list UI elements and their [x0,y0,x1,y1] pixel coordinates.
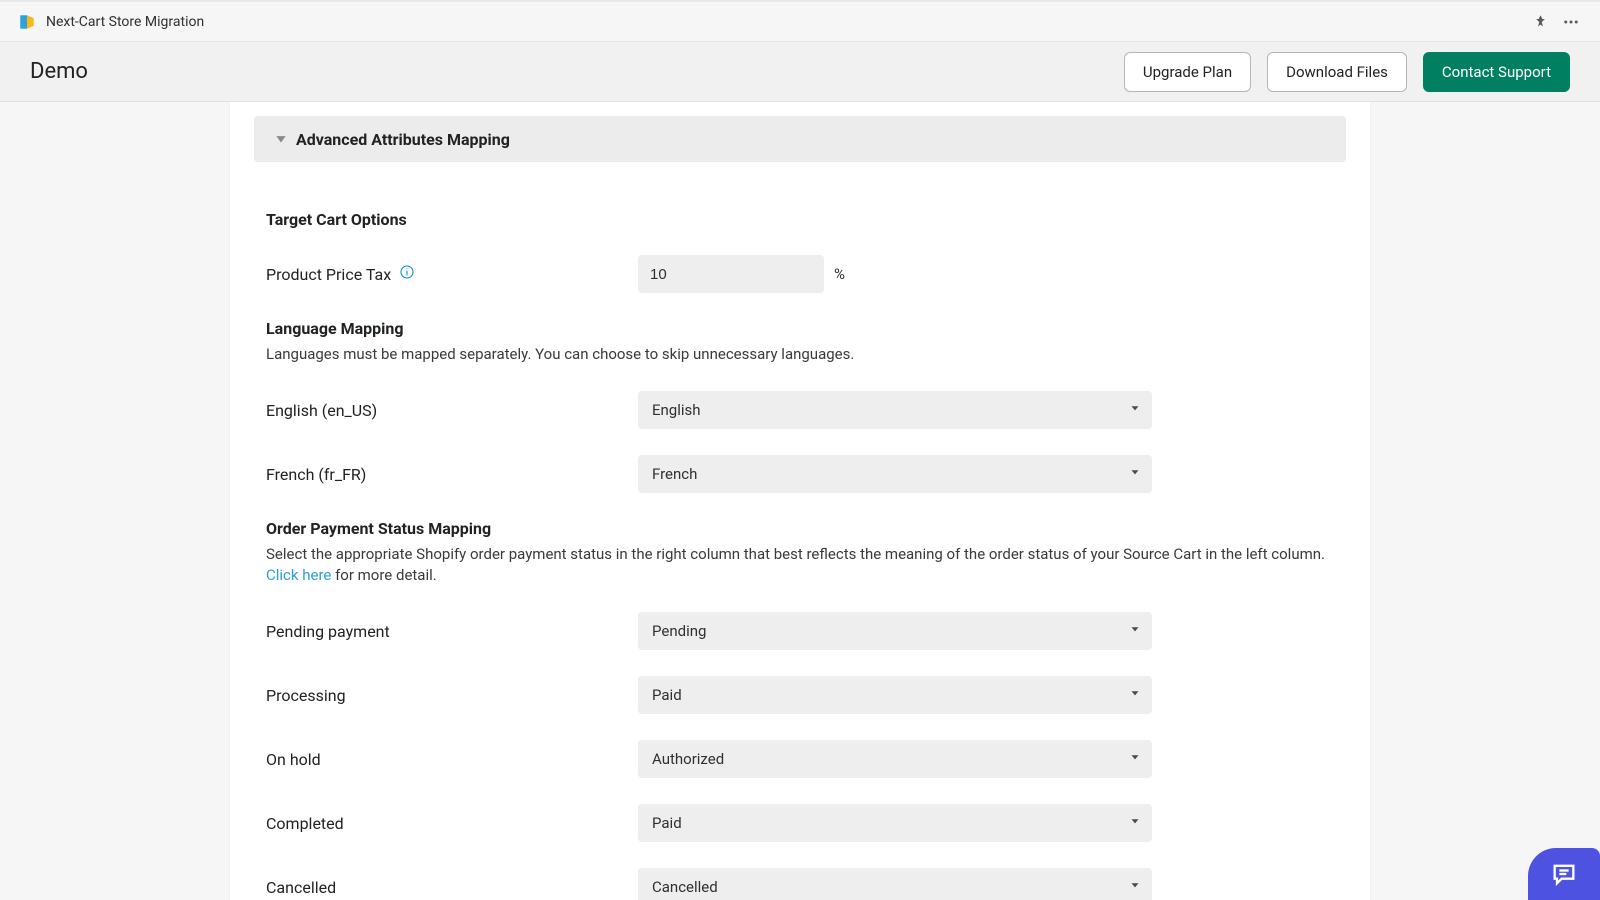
page-title: Demo [30,59,88,84]
app-bar-left: Next-Cart Store Migration [18,13,204,31]
chat-widget-button[interactable] [1528,848,1600,900]
status-label: Completed [266,814,638,833]
section-header[interactable]: Advanced Attributes Mapping [254,116,1346,162]
chevron-down-icon [1128,814,1142,832]
upgrade-plan-button[interactable]: Upgrade Plan [1124,52,1251,92]
price-tax-suffix: % [834,265,845,283]
settings-card: Advanced Attributes Mapping Target Cart … [230,102,1370,900]
order-status-desc-suffix: for more detail. [331,566,436,584]
page-header: Demo Upgrade Plan Download Files Contact… [0,42,1600,102]
price-tax-row: Product Price Tax % [266,255,1334,293]
collapse-triangle-icon [274,132,288,146]
app-bar-right [1533,13,1582,31]
language-row: English (en_US) English [266,391,1334,429]
status-select-pending-payment[interactable]: Pending [638,612,1152,650]
status-label: Processing [266,686,638,705]
header-actions: Upgrade Plan Download Files Contact Supp… [1124,52,1570,92]
status-label: Cancelled [266,878,638,897]
price-tax-input[interactable] [638,255,824,293]
chevron-down-icon [1128,465,1142,483]
chevron-down-icon [1128,686,1142,704]
info-icon[interactable] [399,264,415,284]
language-select-english[interactable]: English [638,391,1152,429]
select-value: Pending [652,622,706,640]
select-value: English [652,401,701,419]
select-value: Authorized [652,750,724,768]
order-status-desc-link[interactable]: Click here [266,566,331,584]
app-title: Next-Cart Store Migration [46,14,204,30]
language-select-french[interactable]: French [638,455,1152,493]
download-files-button[interactable]: Download Files [1267,52,1407,92]
status-row: On hold Authorized [266,740,1334,778]
language-mapping-desc: Languages must be mapped separately. You… [266,344,1334,365]
section-content: Target Cart Options Product Price Tax % … [230,162,1370,900]
status-row: Processing Paid [266,676,1334,714]
order-status-desc: Select the appropriate Shopify order pay… [266,544,1334,586]
chevron-down-icon [1128,622,1142,640]
main-content: Advanced Attributes Mapping Target Cart … [0,102,1600,900]
language-label: French (fr_FR) [266,465,638,484]
select-value: Paid [652,686,682,704]
status-select-completed[interactable]: Paid [638,804,1152,842]
app-bar: Next-Cart Store Migration [0,0,1600,42]
contact-support-button[interactable]: Contact Support [1423,52,1570,92]
pin-icon[interactable] [1533,14,1548,29]
select-value: Paid [652,814,682,832]
status-label: On hold [266,750,638,769]
order-status-desc-prefix: Select the appropriate Shopify order pay… [266,545,1325,563]
app-logo-icon [18,13,36,31]
status-row: Cancelled Cancelled [266,868,1334,900]
language-mapping-heading: Language Mapping [266,319,1334,338]
status-select-cancelled[interactable]: Cancelled [638,868,1152,900]
order-status-heading: Order Payment Status Mapping [266,519,1334,538]
chevron-down-icon [1128,750,1142,768]
language-row: French (fr_FR) French [266,455,1334,493]
target-options-heading: Target Cart Options [266,210,1334,229]
select-value: French [652,465,697,483]
status-select-processing[interactable]: Paid [638,676,1152,714]
price-tax-label-text: Product Price Tax [266,265,391,284]
status-select-on-hold[interactable]: Authorized [638,740,1152,778]
select-value: Cancelled [652,878,718,896]
language-label: English (en_US) [266,401,638,420]
more-menu-icon[interactable] [1562,13,1580,31]
status-label: Pending payment [266,622,638,641]
price-tax-label: Product Price Tax [266,264,638,284]
chevron-down-icon [1128,401,1142,419]
status-row: Pending payment Pending [266,612,1334,650]
status-row: Completed Paid [266,804,1334,842]
chevron-down-icon [1128,878,1142,896]
section-title: Advanced Attributes Mapping [296,130,510,149]
